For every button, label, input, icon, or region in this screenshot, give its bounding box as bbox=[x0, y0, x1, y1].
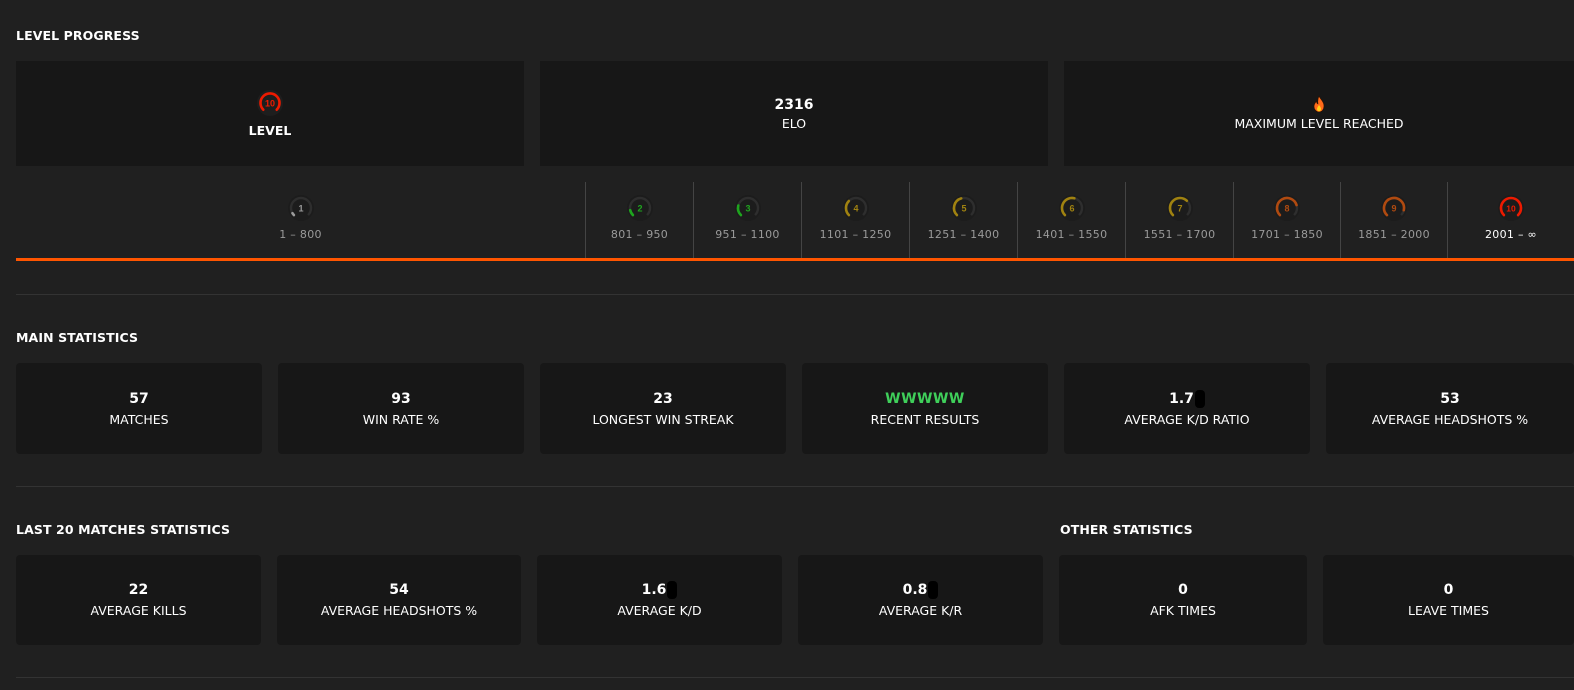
last20-card-average-kills: 22 AVERAGE KILLS bbox=[16, 555, 261, 645]
level-5-badge-icon: 5 bbox=[950, 195, 977, 221]
stat-label: MATCHES bbox=[109, 411, 169, 427]
level-range-label: 801 – 950 bbox=[610, 228, 669, 241]
elo-value: 2316 bbox=[774, 96, 814, 113]
level-range-5: 5 1251 – 1400 bbox=[909, 182, 1017, 258]
stat-value: 0 bbox=[1443, 582, 1454, 598]
level-range-10: 10 2001 – ∞ bbox=[1447, 182, 1574, 258]
level-8-badge-icon: 8 bbox=[1274, 195, 1300, 221]
svg-text:2: 2 bbox=[637, 203, 642, 213]
svg-text:9: 9 bbox=[1391, 203, 1396, 213]
stat-label: AVERAGE HEADSHOTS % bbox=[1371, 411, 1529, 427]
level-label: LEVEL bbox=[248, 122, 292, 138]
stat-label: AFK TIMES bbox=[1150, 603, 1216, 618]
level-range-1: 1 1 – 800 bbox=[16, 182, 585, 258]
stat-label: LONGEST WIN STREAK bbox=[592, 411, 734, 427]
stat-label: AVERAGE K/D bbox=[617, 603, 702, 618]
level-range-label: 1401 – 1550 bbox=[1035, 228, 1108, 241]
divider bbox=[16, 486, 1574, 487]
level-range-4: 4 1101 – 1250 bbox=[801, 182, 909, 258]
main-card-longest-win-streak: 23 LONGEST WIN STREAK bbox=[540, 363, 786, 454]
stat-value: 53 bbox=[1440, 390, 1460, 407]
main-card-average-k-d-ratio: 1.7 AVERAGE K/D RATIO bbox=[1064, 363, 1310, 454]
stat-value: 0 bbox=[1178, 582, 1188, 598]
level-10-badge-icon: 10 bbox=[1498, 195, 1524, 221]
stat-value: 0.8 bbox=[903, 581, 939, 599]
level-range-label: 951 – 1100 bbox=[715, 228, 780, 241]
main-card-win-rate: 93 WIN RATE % bbox=[278, 363, 524, 454]
level-range-label: 2001 – ∞ bbox=[1484, 228, 1538, 241]
other-statistics-title: OTHER STATISTICS bbox=[1060, 522, 1193, 537]
level-1-badge-icon: 1 bbox=[287, 195, 314, 221]
redaction-mark bbox=[667, 581, 678, 599]
redaction-mark bbox=[1194, 389, 1205, 408]
level-9-badge-icon: 9 bbox=[1381, 195, 1407, 221]
svg-text:4: 4 bbox=[853, 203, 858, 213]
divider bbox=[16, 677, 1574, 678]
level-6-badge-icon: 6 bbox=[1058, 195, 1085, 221]
level-progress-bar bbox=[16, 258, 1574, 261]
level-range-2: 2 801 – 950 bbox=[585, 182, 693, 258]
stat-value: 93 bbox=[391, 390, 411, 407]
stat-value: 22 bbox=[128, 582, 149, 598]
stat-label: AVERAGE K/D RATIO bbox=[1124, 411, 1250, 427]
level-progress-title: LEVEL PROGRESS bbox=[16, 28, 140, 43]
stat-label: AVERAGE HEADSHOTS % bbox=[320, 603, 478, 618]
elo-card: 2316 ELO bbox=[540, 61, 1048, 166]
divider bbox=[16, 294, 1574, 295]
level-range-row: 1 1 – 800 2 801 – 950 3 951 – 1100 4 1101 – 125… bbox=[16, 182, 1574, 258]
main-card-average-headshots: 53 AVERAGE HEADSHOTS % bbox=[1326, 363, 1574, 454]
level-3-badge-icon: 3 bbox=[734, 195, 761, 221]
stat-value: WWWWW bbox=[885, 390, 965, 407]
stat-label: WIN RATE % bbox=[362, 411, 440, 427]
main-card-recent-results: WWWWW RECENT RESULTS bbox=[802, 363, 1048, 454]
stat-label: RECENT RESULTS bbox=[870, 411, 980, 427]
level-range-label: 1701 – 1850 bbox=[1251, 228, 1323, 241]
level-card: 10 LEVEL bbox=[16, 61, 524, 166]
max-level-card: MAXIMUM LEVEL REACHED bbox=[1064, 61, 1574, 166]
level-7-badge-icon: 7 bbox=[1166, 195, 1193, 221]
level-range-7: 7 1551 – 1700 bbox=[1125, 182, 1233, 258]
stat-label: AVERAGE KILLS bbox=[90, 603, 187, 618]
fire-icon bbox=[1313, 95, 1325, 112]
svg-text:10: 10 bbox=[1506, 203, 1516, 213]
svg-text:6: 6 bbox=[1069, 203, 1074, 213]
elo-label: ELO bbox=[781, 115, 807, 131]
last20-card-average-k-d: 1.6 AVERAGE K/D bbox=[537, 555, 782, 645]
other-card-afk-times: 0 AFK TIMES bbox=[1059, 555, 1307, 645]
level-range-label: 1 – 800 bbox=[279, 228, 322, 241]
level-range-label: 1551 – 1700 bbox=[1143, 228, 1216, 241]
redaction-mark bbox=[928, 581, 939, 599]
svg-text:7: 7 bbox=[1177, 203, 1182, 213]
other-card-leave-times: 0 LEAVE TIMES bbox=[1323, 555, 1574, 645]
svg-text:3: 3 bbox=[745, 203, 750, 213]
main-statistics-title: MAIN STATISTICS bbox=[16, 330, 139, 345]
level-10-badge-icon: 10 bbox=[257, 89, 283, 116]
level-range-label: 1101 – 1250 bbox=[819, 228, 892, 241]
last20-card-average-k-r: 0.8 AVERAGE K/R bbox=[798, 555, 1043, 645]
svg-text:5: 5 bbox=[961, 203, 966, 213]
stat-value: 57 bbox=[129, 390, 149, 407]
stat-value: 23 bbox=[653, 390, 673, 407]
level-range-label: 1251 – 1400 bbox=[927, 228, 1000, 241]
stat-value: 1.7 bbox=[1169, 389, 1205, 408]
stat-label: LEAVE TIMES bbox=[1408, 603, 1489, 618]
level-range-6: 6 1401 – 1550 bbox=[1017, 182, 1125, 258]
level-4-badge-icon: 4 bbox=[842, 195, 869, 221]
last20-statistics-title: LAST 20 MATCHES STATISTICS bbox=[16, 522, 231, 537]
stat-label: AVERAGE K/R bbox=[878, 603, 963, 618]
level-range-9: 9 1851 – 2000 bbox=[1340, 182, 1447, 258]
svg-text:8: 8 bbox=[1284, 203, 1289, 213]
level-range-label: 1851 – 2000 bbox=[1358, 228, 1430, 241]
stat-value: 1.6 bbox=[642, 581, 678, 599]
level-range-8: 8 1701 – 1850 bbox=[1233, 182, 1340, 258]
last20-card-average-headshots: 54 AVERAGE HEADSHOTS % bbox=[277, 555, 521, 645]
level-2-badge-icon: 2 bbox=[626, 195, 653, 221]
svg-text:10: 10 bbox=[265, 98, 275, 108]
max-level-label: MAXIMUM LEVEL REACHED bbox=[1234, 115, 1404, 131]
level-range-3: 3 951 – 1100 bbox=[693, 182, 801, 258]
main-card-matches: 57 MATCHES bbox=[16, 363, 262, 454]
stat-value: 54 bbox=[389, 582, 409, 598]
svg-text:1: 1 bbox=[298, 203, 303, 213]
